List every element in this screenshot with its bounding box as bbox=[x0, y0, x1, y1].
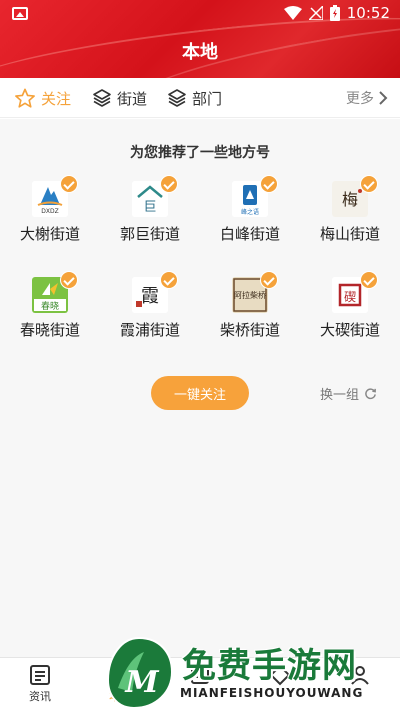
item-label: 大榭街道 bbox=[19, 225, 80, 243]
tab-follow[interactable]: 关注 bbox=[14, 86, 71, 110]
wifi-icon bbox=[283, 6, 302, 20]
item-label: 郭巨街道 bbox=[119, 225, 180, 243]
chevron-right-icon bbox=[379, 91, 388, 105]
clock: 10:52 bbox=[346, 4, 390, 22]
nav-news[interactable]: 资讯 bbox=[0, 664, 80, 704]
watermark-logo: M bbox=[106, 636, 174, 710]
recommend-title: 为您推荐了一些地方号 bbox=[130, 145, 270, 161]
watermark-subtitle: MIANFEISHOUYOUWANG bbox=[180, 686, 364, 700]
more-label: 更多 bbox=[346, 91, 374, 107]
more-button[interactable]: 更多 bbox=[346, 86, 388, 110]
item-label: 霞浦街道 bbox=[119, 321, 180, 339]
item-label: 白峰街道 bbox=[219, 225, 280, 243]
tab-label: 部门 bbox=[192, 89, 223, 108]
news-icon bbox=[30, 665, 50, 685]
recommend-item-daqi[interactable]: 碶 大碶街道 bbox=[305, 271, 395, 349]
status-bar: 10:52 bbox=[0, 0, 400, 28]
recommend-item-guoju[interactable]: 巨 郭巨街道 bbox=[105, 175, 195, 253]
no-signal-icon bbox=[308, 6, 323, 20]
followed-check-icon bbox=[360, 175, 378, 193]
battery-charging-icon bbox=[329, 5, 340, 21]
followed-check-icon bbox=[260, 271, 278, 289]
recommend-item-meishan[interactable]: 梅 梅山街道 bbox=[305, 175, 395, 253]
item-label: 梅山街道 bbox=[319, 225, 380, 243]
watermark: M 免费手游网 MIANFEISHOUYOUWANG bbox=[100, 634, 400, 711]
tab-label: 关注 bbox=[41, 89, 72, 108]
star-icon bbox=[15, 88, 35, 108]
page-title: 本地 bbox=[182, 42, 218, 63]
svg-text:阿拉柴桥: 阿拉柴桥 bbox=[234, 290, 266, 300]
svg-text:梅: 梅 bbox=[342, 190, 358, 209]
followed-check-icon bbox=[360, 271, 378, 289]
refresh-icon bbox=[365, 388, 376, 400]
recommend-item-daxie[interactable]: DXDZ 大榭街道 bbox=[5, 175, 95, 253]
svg-text:春晓: 春晓 bbox=[41, 300, 59, 312]
refresh-button[interactable]: 换一组 bbox=[320, 384, 377, 403]
refresh-label: 换一组 bbox=[320, 388, 360, 403]
svg-text:M: M bbox=[124, 665, 159, 700]
svg-text:峰之语: 峰之语 bbox=[241, 208, 259, 216]
gallery-notification-icon bbox=[12, 7, 28, 20]
followed-check-icon bbox=[60, 175, 78, 193]
recommend-item-xiapu[interactable]: 霞 霞浦街道 bbox=[105, 271, 195, 349]
followed-check-icon bbox=[60, 271, 78, 289]
tab-label: 街道 bbox=[117, 89, 148, 108]
recommend-item-chaiqiao[interactable]: 阿拉柴桥 柴桥街道 bbox=[205, 271, 295, 349]
recommend-item-chunxiao[interactable]: 春晓 春晓街道 bbox=[5, 271, 95, 349]
followed-check-icon bbox=[160, 271, 178, 289]
svg-text:碶: 碶 bbox=[344, 290, 356, 304]
layers-icon bbox=[168, 89, 186, 107]
nav-label: 资讯 bbox=[29, 690, 51, 703]
tab-streets[interactable]: 街道 bbox=[92, 86, 147, 110]
followed-check-icon bbox=[260, 175, 278, 193]
svg-text:DXDZ: DXDZ bbox=[41, 208, 58, 215]
tab-departments[interactable]: 部门 bbox=[167, 86, 222, 110]
item-label: 柴桥街道 bbox=[219, 321, 280, 339]
category-tabs: 关注 街道 部门 更多 bbox=[0, 78, 400, 118]
follow-all-button[interactable]: 一键关注 bbox=[151, 376, 249, 410]
app-header: 10:52 本地 bbox=[0, 0, 400, 78]
layers-icon bbox=[93, 89, 111, 107]
recommend-item-baifeng[interactable]: 峰之语 白峰街道 bbox=[205, 175, 295, 253]
svg-text:霞: 霞 bbox=[141, 286, 159, 307]
item-label: 大碶街道 bbox=[319, 321, 380, 339]
item-label: 春晓街道 bbox=[19, 321, 80, 339]
followed-check-icon bbox=[160, 175, 178, 193]
watermark-title: 免费手游网 bbox=[182, 646, 357, 686]
svg-text:巨: 巨 bbox=[143, 200, 156, 215]
